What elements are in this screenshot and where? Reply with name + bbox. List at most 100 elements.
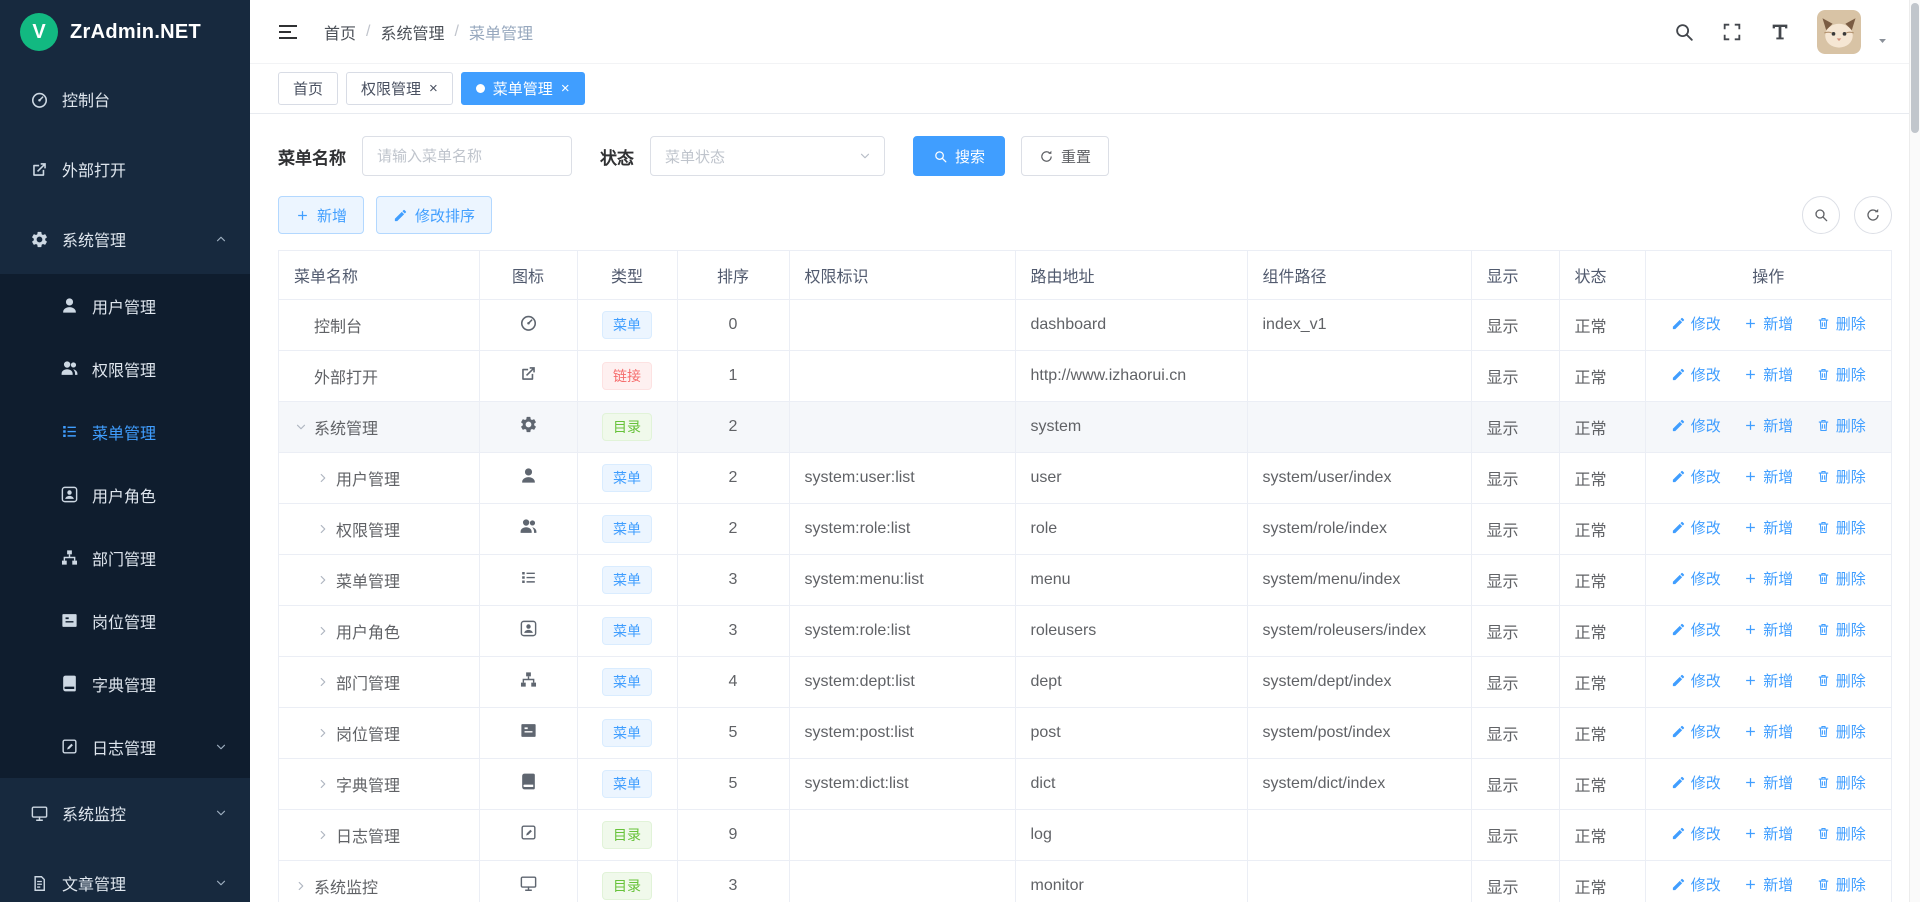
table-row[interactable]: 日志管理 目录 9 log 显示 正常 修改 新增 删除 <box>279 809 1891 860</box>
edit-link[interactable]: 修改 <box>1671 823 1721 844</box>
menu-name-input[interactable] <box>362 136 572 176</box>
sidebar-item-gear[interactable]: 系统管理 <box>0 204 250 274</box>
table-row[interactable]: 系统管理 目录 2 system 显示 正常 修改 新增 删除 <box>279 401 1891 452</box>
tree-expand-icon[interactable] <box>316 471 330 485</box>
tree-expand-icon[interactable] <box>316 777 330 791</box>
tab-0[interactable]: 首页 <box>278 72 338 105</box>
edit-link[interactable]: 修改 <box>1671 721 1721 742</box>
avatar[interactable] <box>1817 10 1861 54</box>
table-refresh-button[interactable] <box>1854 196 1892 234</box>
tab-1[interactable]: 权限管理 × <box>346 72 453 105</box>
close-icon[interactable]: × <box>561 81 570 96</box>
delete-link[interactable]: 删除 <box>1816 772 1866 793</box>
tree-expand-icon[interactable] <box>294 879 308 893</box>
add-link[interactable]: 新增 <box>1743 415 1793 436</box>
table-row[interactable]: 岗位管理 菜单 5 system:post:list post system/p… <box>279 707 1891 758</box>
delete-link[interactable]: 删除 <box>1816 721 1866 742</box>
tree-expand-icon[interactable] <box>316 624 330 638</box>
fullscreen-icon[interactable] <box>1721 21 1743 43</box>
table-row[interactable]: 部门管理 菜单 4 system:dept:list dept system/d… <box>279 656 1891 707</box>
add-button[interactable]: 新增 <box>278 196 364 234</box>
edit-link[interactable]: 修改 <box>1671 517 1721 538</box>
add-link[interactable]: 新增 <box>1743 721 1793 742</box>
page-scrollbar[interactable] <box>1909 0 1920 902</box>
delete-link[interactable]: 删除 <box>1816 874 1866 895</box>
delete-link[interactable]: 删除 <box>1816 466 1866 487</box>
add-link[interactable]: 新增 <box>1743 313 1793 334</box>
sidebar-item-article[interactable]: 文章管理 <box>0 848 250 902</box>
table-search-button[interactable] <box>1802 196 1840 234</box>
sidebar-item-dashboard[interactable]: 控制台 <box>0 64 250 134</box>
edit-link[interactable]: 修改 <box>1671 874 1721 895</box>
edit-link[interactable]: 修改 <box>1671 619 1721 640</box>
sidebar-item-dict-book[interactable]: 字典管理 <box>0 652 250 715</box>
menu-status-select[interactable]: 菜单状态 <box>650 136 885 176</box>
add-link[interactable]: 新增 <box>1743 670 1793 691</box>
delete-link[interactable]: 删除 <box>1816 670 1866 691</box>
sidebar-item-menu-list[interactable]: 菜单管理 <box>0 400 250 463</box>
add-link[interactable]: 新增 <box>1743 619 1793 640</box>
search-icon[interactable] <box>1673 21 1695 43</box>
tree-expand-icon[interactable] <box>316 726 330 740</box>
add-link[interactable]: 新增 <box>1743 364 1793 385</box>
add-link[interactable]: 新增 <box>1743 568 1793 589</box>
sidebar-item-dept-tree[interactable]: 部门管理 <box>0 526 250 589</box>
table-row[interactable]: 权限管理 菜单 2 system:role:list role system/r… <box>279 503 1891 554</box>
delete-link[interactable]: 删除 <box>1816 619 1866 640</box>
font-size-icon[interactable] <box>1769 21 1791 43</box>
breadcrumb-item[interactable]: 系统管理 <box>380 20 444 44</box>
add-link[interactable]: 新增 <box>1743 517 1793 538</box>
table-row[interactable]: 用户管理 菜单 2 system:user:list user system/u… <box>279 452 1891 503</box>
sidebar-item-external-link[interactable]: 外部打开 <box>0 134 250 204</box>
add-link[interactable]: 新增 <box>1743 823 1793 844</box>
table-row[interactable]: 用户角色 菜单 3 system:role:list roleusers sys… <box>279 605 1891 656</box>
add-link[interactable]: 新增 <box>1743 874 1793 895</box>
delete-link[interactable]: 删除 <box>1816 313 1866 334</box>
add-link[interactable]: 新增 <box>1743 772 1793 793</box>
table-row[interactable]: 外部打开 链接 1 http://www.izhaorui.cn 显示 正常 修… <box>279 350 1891 401</box>
table-row[interactable]: 字典管理 菜单 5 system:dict:list dict system/d… <box>279 758 1891 809</box>
close-icon[interactable]: × <box>429 81 438 96</box>
scrollbar-thumb[interactable] <box>1911 3 1919 133</box>
sidebar-item-user-role[interactable]: 用户角色 <box>0 463 250 526</box>
delete-link[interactable]: 删除 <box>1816 364 1866 385</box>
sidebar-item-log[interactable]: 日志管理 <box>0 715 250 778</box>
delete-link[interactable]: 删除 <box>1816 517 1866 538</box>
sidebar-item-monitor[interactable]: 系统监控 <box>0 778 250 848</box>
sidebar-item-post-badge[interactable]: 岗位管理 <box>0 589 250 652</box>
edit-link[interactable]: 修改 <box>1671 568 1721 589</box>
column-header: 权限标识 <box>789 251 1015 299</box>
caret-down-icon[interactable] <box>1875 33 1890 48</box>
log-icon <box>519 823 538 842</box>
cell-status: 正常 <box>1559 860 1645 902</box>
delete-link[interactable]: 删除 <box>1816 568 1866 589</box>
tree-collapse-icon[interactable] <box>294 420 308 434</box>
cell-route: user <box>1015 452 1247 503</box>
edit-link[interactable]: 修改 <box>1671 364 1721 385</box>
edit-link[interactable]: 修改 <box>1671 466 1721 487</box>
tree-expand-icon[interactable] <box>316 522 330 536</box>
edit-link[interactable]: 修改 <box>1671 313 1721 334</box>
menu-toggle-icon[interactable] <box>276 20 300 44</box>
delete-link[interactable]: 删除 <box>1816 823 1866 844</box>
cell-status: 正常 <box>1559 605 1645 656</box>
edit-link[interactable]: 修改 <box>1671 670 1721 691</box>
delete-link[interactable]: 删除 <box>1816 415 1866 436</box>
sidebar-item-users[interactable]: 权限管理 <box>0 337 250 400</box>
search-button[interactable]: 搜索 <box>913 136 1005 176</box>
edit-link[interactable]: 修改 <box>1671 772 1721 793</box>
logo[interactable]: V ZrAdmin.NET <box>0 0 250 64</box>
tree-expand-icon[interactable] <box>316 828 330 842</box>
reset-button[interactable]: 重置 <box>1021 136 1109 176</box>
table-row[interactable]: 控制台 菜单 0 dashboard index_v1 显示 正常 修改 新增 … <box>279 299 1891 350</box>
tab-2[interactable]: 菜单管理 × <box>461 72 585 105</box>
table-row[interactable]: 系统监控 目录 3 monitor 显示 正常 修改 新增 删除 <box>279 860 1891 902</box>
table-row[interactable]: 菜单管理 菜单 3 system:menu:list menu system/m… <box>279 554 1891 605</box>
sidebar-item-user[interactable]: 用户管理 <box>0 274 250 337</box>
add-link[interactable]: 新增 <box>1743 466 1793 487</box>
sort-button[interactable]: 修改排序 <box>376 196 492 234</box>
edit-link[interactable]: 修改 <box>1671 415 1721 436</box>
breadcrumb-item[interactable]: 首页 <box>324 20 356 44</box>
tree-expand-icon[interactable] <box>316 675 330 689</box>
tree-expand-icon[interactable] <box>316 573 330 587</box>
